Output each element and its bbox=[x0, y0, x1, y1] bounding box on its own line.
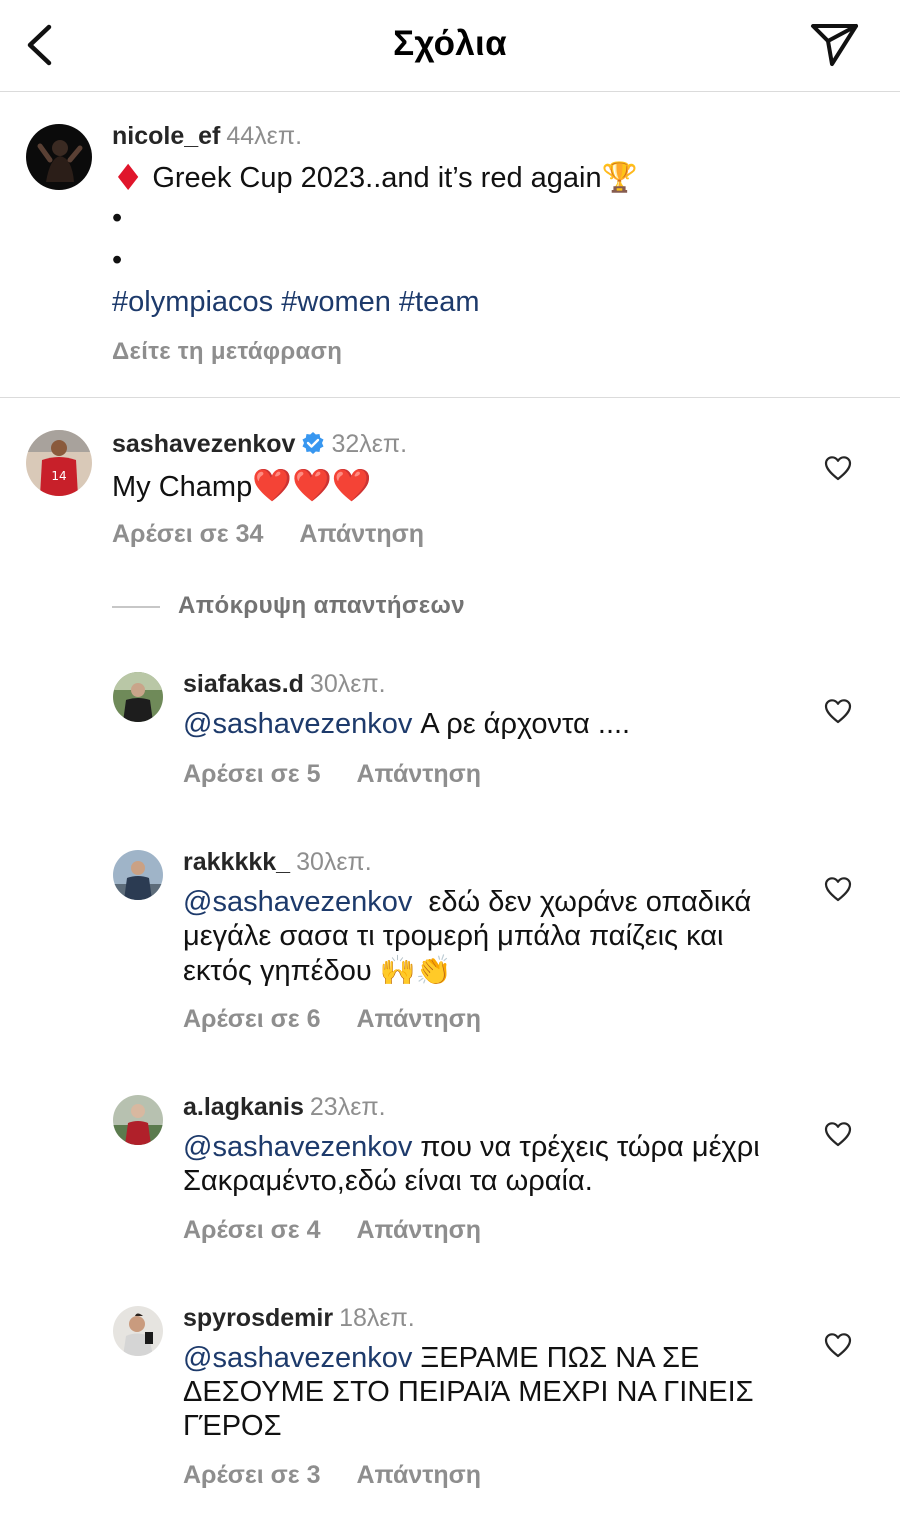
heart-outline-icon[interactable] bbox=[824, 1332, 852, 1358]
caption-hashtags[interactable]: #olympiacos #women #team bbox=[112, 286, 480, 319]
reply-username[interactable]: spyrosdemir bbox=[183, 1304, 333, 1332]
reply-time: 30λεπ. bbox=[296, 848, 372, 876]
reply-username[interactable]: rakkkkk_ bbox=[183, 848, 290, 876]
reply-text: εδώ δεν χωράνε οπαδικά bbox=[412, 886, 752, 918]
reply-meta: Αρέσει σε 4 Απάντηση bbox=[183, 1216, 517, 1245]
reply-button[interactable]: Απάντηση bbox=[356, 760, 481, 788]
reply-header: siafakas.d 30λεπ. bbox=[183, 670, 386, 699]
reply-username[interactable]: siafakas.d bbox=[183, 670, 304, 698]
reply-text-line: @sashavezenkov Α ρε άρχοντα .... bbox=[183, 708, 630, 741]
reply-text-line: ΓΈΡΟΣ bbox=[183, 1410, 282, 1442]
header-bar: Σχόλια bbox=[0, 0, 900, 92]
comment-header: sashavezenkov 32λεπ. bbox=[112, 430, 407, 459]
share-button[interactable] bbox=[810, 22, 860, 68]
reply-text: Α ρε άρχοντα .... bbox=[412, 708, 631, 740]
comment-time: 32λεπ. bbox=[331, 430, 408, 458]
reply-button[interactable]: Απάντηση bbox=[299, 520, 424, 548]
caption-username[interactable]: nicole_ef bbox=[112, 122, 220, 150]
avatar[interactable]: 14 bbox=[26, 430, 92, 496]
caption-time: 44λεπ. bbox=[226, 122, 303, 150]
reply-text-line: μεγάλε σασα τι τρομερή μπάλα παίζεις και bbox=[183, 920, 724, 952]
svg-text:14: 14 bbox=[51, 469, 66, 483]
avatar-image bbox=[113, 1095, 163, 1145]
comment-text: My Champ❤️❤️❤️ bbox=[112, 466, 372, 504]
mention-link[interactable]: @sashavezenkov bbox=[183, 1131, 412, 1163]
red-heart-emoji-icons: ❤️❤️❤️ bbox=[252, 466, 372, 504]
avatar-image bbox=[26, 124, 92, 190]
reply-button[interactable]: Απάντηση bbox=[356, 1005, 481, 1033]
trophy-icon: 🏆 bbox=[601, 160, 638, 194]
reply-text: ΞΕΡΑΜΕ ΠΩΣ ΝΑ ΣΕ bbox=[412, 1342, 700, 1374]
heart-outline-icon[interactable] bbox=[824, 1121, 852, 1147]
reply-header: a.lagkanis 23λεπ. bbox=[183, 1093, 386, 1122]
reply-text-line: Σακραμέντο,εδώ είναι τα ωραία. bbox=[183, 1165, 593, 1197]
avatar[interactable] bbox=[26, 124, 92, 190]
see-translation-link[interactable]: Δείτε τη μετάφραση bbox=[112, 338, 342, 366]
avatar[interactable] bbox=[113, 1306, 163, 1356]
reply-time: 30λεπ. bbox=[309, 670, 386, 698]
caption-dot-2: • bbox=[112, 244, 123, 276]
mention-link[interactable]: @sashavezenkov bbox=[183, 708, 412, 740]
likes-count[interactable]: Αρέσει σε 34 bbox=[112, 520, 263, 548]
page-title: Σχόλια bbox=[393, 24, 507, 63]
reply-time: 18λεπ. bbox=[339, 1304, 415, 1332]
likes-count[interactable]: Αρέσει σε 4 bbox=[183, 1216, 320, 1244]
hide-replies-divider bbox=[112, 605, 160, 608]
post-caption: nicole_ef 44λεπ. ♦ Greek Cup 2023..and it… bbox=[0, 92, 900, 398]
heart-outline-icon[interactable] bbox=[824, 455, 852, 481]
verified-badge-icon bbox=[302, 432, 324, 454]
reply-time: 23λεπ. bbox=[309, 1093, 386, 1121]
hide-replies-label: Απόκρυψη απαντήσεων bbox=[178, 592, 465, 619]
reply-meta: Αρέσει σε 6 Απάντηση bbox=[183, 1005, 517, 1034]
caption-line-1: ♦ Greek Cup 2023..and it’s red again🏆 bbox=[112, 158, 638, 199]
reply-text-line: ΔΕΣΟΥΜΕ ΣΤΟ ΠΕΙΡΑΙΆ ΜΕΧΡΙ ΝΑ ΓΙΝΕΙΣ bbox=[183, 1376, 754, 1408]
reply-button[interactable]: Απάντηση bbox=[356, 1461, 481, 1489]
likes-count[interactable]: Αρέσει σε 5 bbox=[183, 760, 320, 788]
reply-header: rakkkkk_ 30λεπ. bbox=[183, 848, 372, 877]
heart-outline-icon[interactable] bbox=[824, 698, 852, 724]
avatar-image bbox=[113, 1306, 163, 1356]
hide-replies-button[interactable]: Απόκρυψη απαντήσεων bbox=[112, 592, 465, 620]
likes-count[interactable]: Αρέσει σε 6 bbox=[183, 1005, 320, 1033]
reply-meta: Αρέσει σε 5 Απάντηση bbox=[183, 760, 517, 789]
avatar[interactable] bbox=[113, 850, 163, 900]
mention-link[interactable]: @sashavezenkov bbox=[183, 1342, 412, 1374]
caption-text: Greek Cup 2023..and it’s red again bbox=[152, 162, 602, 194]
avatar-image bbox=[113, 850, 163, 900]
avatar-image: 14 bbox=[26, 430, 92, 496]
caption-dot-1: • bbox=[112, 202, 123, 234]
reply-button[interactable]: Απάντηση bbox=[356, 1216, 481, 1244]
comment-meta: Αρέσει σε 34 Απάντηση bbox=[112, 520, 460, 549]
likes-count[interactable]: Αρέσει σε 3 bbox=[183, 1461, 320, 1489]
paper-plane-icon bbox=[811, 24, 858, 66]
comment-username[interactable]: sashavezenkov bbox=[112, 430, 295, 458]
avatar-image bbox=[113, 672, 163, 722]
comment-text-body: My Champ bbox=[112, 471, 253, 503]
reply-text: που να τρέχεις τώρα μέχρι bbox=[412, 1131, 760, 1163]
avatar[interactable] bbox=[113, 1095, 163, 1145]
reply-text-line: @sashavezenkov που να τρέχεις τώρα μέχρι bbox=[183, 1131, 760, 1164]
caption-header: nicole_ef 44λεπ. bbox=[112, 122, 302, 151]
reply-meta: Αρέσει σε 3 Απάντηση bbox=[183, 1461, 517, 1490]
red-diamond-icon: ♦ bbox=[112, 158, 145, 199]
reply-header: spyrosdemir 18λεπ. bbox=[183, 1304, 415, 1333]
reply-username[interactable]: a.lagkanis bbox=[183, 1093, 304, 1121]
reply-text-line: @sashavezenkov εδώ δεν χωράνε οπαδικά bbox=[183, 886, 751, 919]
reply-text-line: @sashavezenkov ΞΕΡΑΜΕ ΠΩΣ ΝΑ ΣΕ bbox=[183, 1342, 699, 1375]
avatar[interactable] bbox=[113, 672, 163, 722]
mention-link[interactable]: @sashavezenkov bbox=[183, 886, 412, 918]
heart-outline-icon[interactable] bbox=[824, 876, 852, 902]
reply-text-line: εκτός γηπέδου 🙌👏 bbox=[183, 955, 453, 987]
